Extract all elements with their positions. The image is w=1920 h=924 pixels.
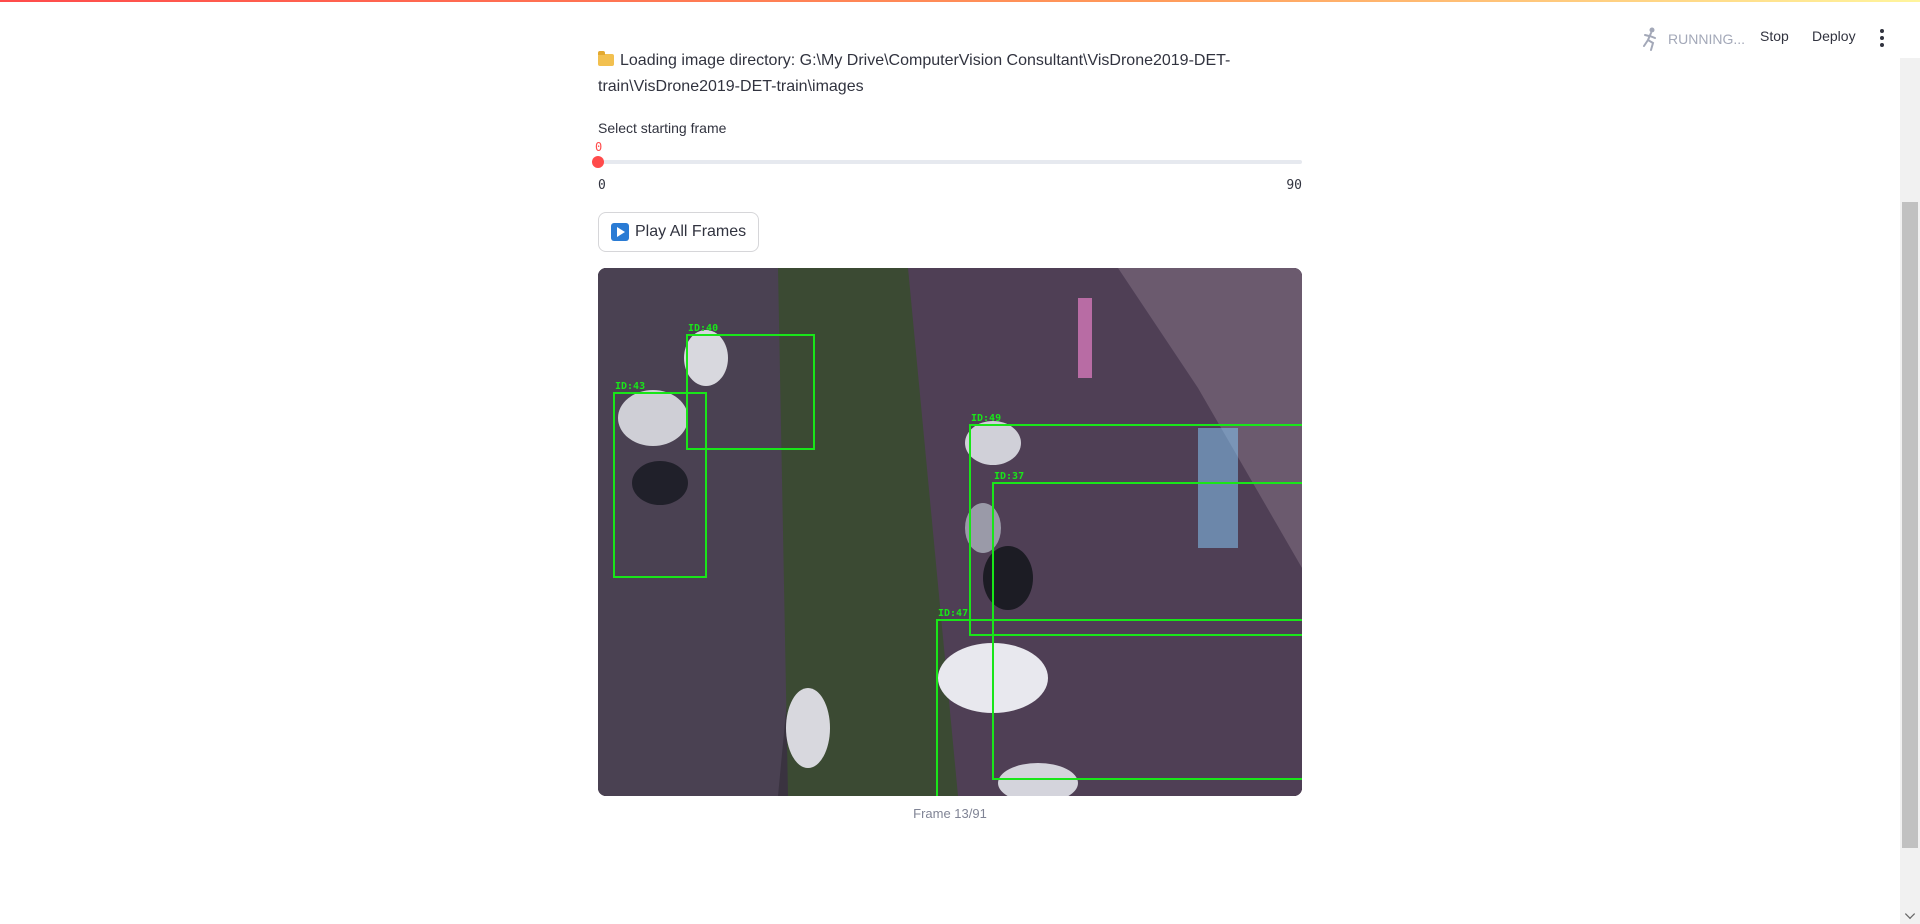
play-icon bbox=[611, 223, 629, 241]
folder-icon bbox=[598, 51, 614, 66]
slider-label: Select starting frame bbox=[598, 120, 727, 136]
slider-min-label: 0 bbox=[598, 178, 606, 193]
more-vert-icon[interactable] bbox=[1878, 26, 1886, 50]
running-status: RUNNING... bbox=[1640, 26, 1745, 52]
scrollbar-thumb[interactable] bbox=[1902, 202, 1918, 848]
loading-text: Loading image directory: G:\My Drive\Com… bbox=[598, 52, 1231, 95]
slider-current-value: 0 bbox=[595, 140, 603, 154]
deploy-button[interactable]: Deploy bbox=[1812, 28, 1856, 44]
play-all-frames-button[interactable]: Play All Frames bbox=[598, 212, 760, 252]
running-man-icon bbox=[1643, 27, 1656, 51]
loading-message: Loading image directory: G:\My Drive\Com… bbox=[598, 48, 1302, 100]
detection-label: ID:43 bbox=[615, 381, 646, 392]
starting-frame-slider[interactable]: 0 0 90 bbox=[592, 140, 1302, 196]
frame-caption: Frame 13/91 bbox=[913, 806, 987, 821]
scroll-down-icon[interactable] bbox=[1904, 908, 1916, 920]
page-scrollbar[interactable] bbox=[1900, 58, 1920, 924]
video-frame: ID:40 ID:43 ID:49 ID:37 ID:47 bbox=[598, 268, 1302, 796]
detection-label: ID:40 bbox=[688, 323, 719, 334]
detection-label: ID:49 bbox=[971, 413, 1002, 424]
detection-box: ID:47 bbox=[936, 608, 1302, 796]
detection-label: ID:37 bbox=[994, 471, 1025, 482]
slider-max-label: 90 bbox=[1286, 178, 1302, 193]
running-status-label: RUNNING... bbox=[1668, 31, 1745, 47]
play-button-label: Play All Frames bbox=[635, 223, 747, 240]
main-content: Loading image directory: G:\My Drive\Com… bbox=[592, 48, 1302, 821]
stop-button[interactable]: Stop bbox=[1760, 28, 1789, 44]
detection-box: ID:43 bbox=[613, 381, 707, 578]
slider-track[interactable] bbox=[598, 160, 1302, 164]
detection-label: ID:47 bbox=[938, 608, 969, 619]
slider-thumb[interactable] bbox=[592, 156, 604, 168]
